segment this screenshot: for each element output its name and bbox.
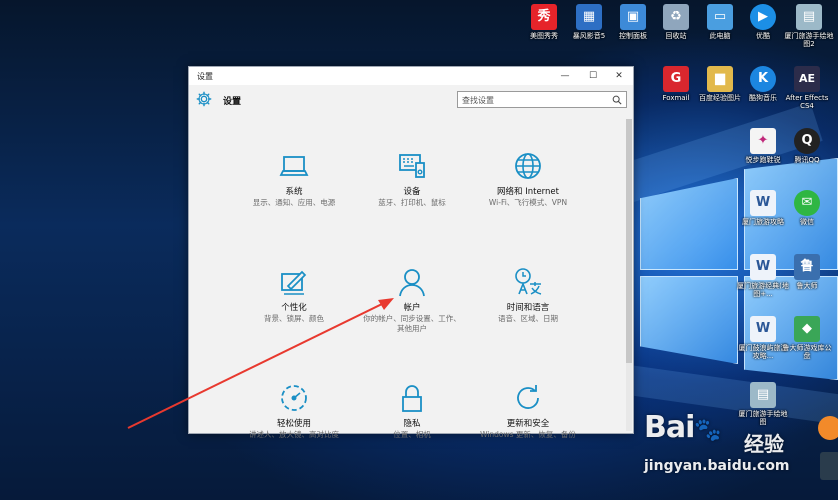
corner-thumbnail <box>820 452 838 480</box>
watermark-brand: Bai🐾 <box>644 410 722 445</box>
watermark-url: jingyan.baidu.com <box>644 458 790 474</box>
corner-badge <box>818 416 838 440</box>
watermark-jingyan: 经验 <box>744 432 784 456</box>
baidu-watermark: Bai🐾 经验 jingyan.baidu.com <box>640 410 830 490</box>
watermark-brand-bai: Bai <box>644 410 695 445</box>
paw-icon: 🐾 <box>694 418 721 443</box>
